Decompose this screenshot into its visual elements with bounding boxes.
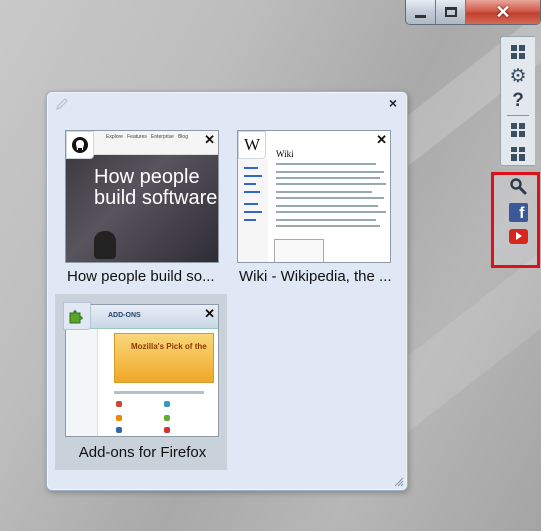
thumb-sidebar-link — [244, 219, 256, 221]
youtube-icon — [508, 228, 528, 244]
thumb-text-line — [276, 183, 386, 185]
help-icon: ? — [512, 89, 524, 111]
thumb-text-line — [276, 177, 380, 179]
tab-title: Wiki - Wikipedia, the ... — [239, 268, 392, 285]
window-controls: ✕ — [405, 0, 541, 25]
close-window-button[interactable]: ✕ — [466, 0, 540, 24]
puzzle-icon — [63, 302, 91, 330]
tile-close-button[interactable]: ✕ — [204, 133, 215, 146]
thumb-text-line — [276, 211, 386, 213]
tab-tile-github[interactable]: Explore Features Enterprise Blog How peo… — [57, 128, 229, 304]
layout-button[interactable] — [501, 142, 535, 166]
close-icon: ✕ — [495, 1, 511, 22]
thumb-text-line — [276, 171, 384, 173]
github-icon — [66, 131, 94, 159]
panel-close-button[interactable]: × — [386, 95, 400, 111]
facebook-icon: f — [508, 202, 528, 222]
thumbnails-button[interactable] — [501, 118, 535, 142]
search-icon — [510, 178, 527, 195]
octocat-figure — [94, 231, 116, 259]
thumb-heading: How people build software — [94, 166, 218, 209]
social-buttons-highlight: f — [491, 172, 540, 268]
thumb-sidebar-link — [244, 167, 258, 169]
tab-thumbnail: Explore Features Enterprise Blog How peo… — [65, 130, 219, 263]
help-button[interactable]: ? — [501, 88, 535, 112]
thumb-sidebar-link — [244, 183, 256, 185]
thumb-text-line — [276, 225, 380, 227]
grid-view-button[interactable] — [501, 40, 535, 64]
thumb-banner: Mozilla's Pick of the — [114, 333, 214, 383]
resize-grip-icon[interactable] — [394, 477, 404, 487]
minimize-icon — [415, 14, 426, 18]
thumb-sidebar-link — [244, 191, 260, 193]
thumb-addon-icon — [116, 427, 122, 433]
layout-icon — [511, 147, 525, 161]
thumb-addon-icon — [164, 427, 170, 433]
thumbnails-icon — [511, 123, 525, 137]
maximize-icon — [444, 7, 457, 17]
tab-title: How people build so... — [67, 268, 215, 285]
thumb-banner-text: Mozilla's Pick of the — [131, 342, 207, 351]
wikipedia-icon: W — [238, 131, 266, 159]
thumb-sidebar-link — [244, 203, 258, 205]
facebook-button[interactable]: f — [507, 201, 529, 223]
tab-preview-panel: × Explore Features Enterprise Blog How p… — [46, 91, 408, 491]
tile-close-button[interactable]: ✕ — [204, 307, 215, 320]
thumb-heading: ADD-ONS — [108, 312, 141, 319]
pencil-icon[interactable] — [55, 97, 69, 111]
youtube-button[interactable] — [507, 225, 529, 247]
minimize-button[interactable] — [406, 0, 436, 24]
thumb-text-line — [276, 205, 378, 207]
tab-tile-wikipedia[interactable]: Wiki ✕ W Wiki - Wikipedia, the ... — [229, 128, 401, 304]
thumb-addon-icon — [116, 401, 122, 407]
thumb-text-line — [276, 197, 384, 199]
thumb-sidebar-link — [244, 211, 262, 213]
gear-icon: ⚙ — [509, 65, 527, 87]
thumb-text-line — [276, 219, 376, 221]
thumb-sidebar-link — [244, 175, 262, 177]
tab-thumbnail: Wiki ✕ W — [237, 130, 391, 263]
search-button[interactable] — [507, 175, 529, 197]
grid-icon — [511, 45, 525, 59]
thumb-nav-text: Explore Features Enterprise Blog — [106, 134, 188, 140]
tab-tile-addons[interactable]: ADD-ONS Mozilla's Pick of the ✕ Add-ons … — [55, 294, 227, 470]
thumb-text-line — [276, 191, 372, 193]
thumb-hero: How people build software — [66, 155, 218, 262]
toolbar-divider — [507, 115, 529, 116]
thumb-toc — [274, 239, 324, 262]
thumb-text-line — [114, 391, 204, 394]
tab-title: Add-ons for Firefox — [78, 444, 207, 461]
settings-button[interactable]: ⚙ — [501, 64, 535, 88]
thumb-addon-icon — [116, 415, 122, 421]
thumb-heading: Wiki — [276, 149, 294, 159]
thumb-addon-icon — [164, 401, 170, 407]
thumb-sidebar — [66, 329, 98, 436]
thumb-text-line — [276, 163, 376, 165]
thumb-addon-icon — [164, 415, 170, 421]
maximize-button[interactable] — [436, 0, 466, 24]
side-toolbar: ⚙ ? — [500, 36, 535, 166]
tile-close-button[interactable]: ✕ — [376, 133, 387, 146]
